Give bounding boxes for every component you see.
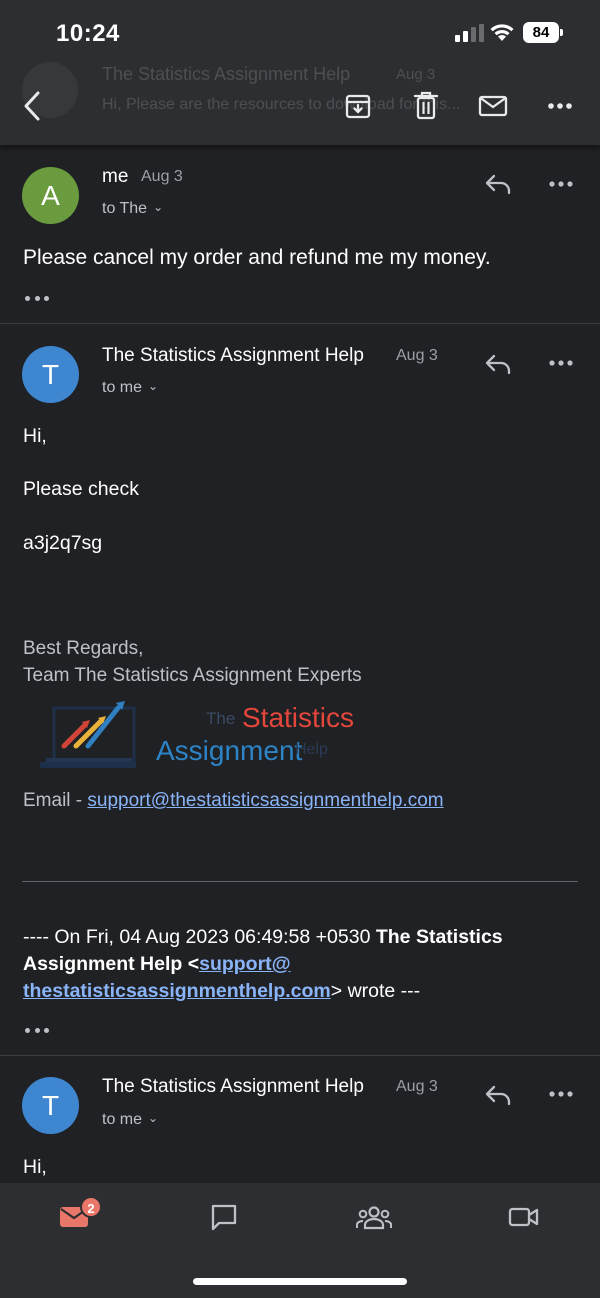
show-trimmed-content-button[interactable]: [22, 1021, 52, 1039]
message-greeting: Hi,: [23, 425, 47, 447]
sender-name: The Statistics Assignment Help: [102, 345, 364, 366]
message-more-button[interactable]: [543, 345, 579, 381]
more-horizontal-icon: [548, 103, 572, 109]
more-horizontal-icon: [549, 360, 573, 366]
recipient-label: to The: [102, 200, 148, 217]
wifi-icon: [490, 24, 514, 41]
sender-name: The Statistics Assignment Help: [102, 1076, 364, 1097]
logo-text-statistics: Statistics: [242, 702, 355, 733]
delete-button[interactable]: [406, 86, 446, 126]
nav-meet-tab[interactable]: [499, 1197, 549, 1237]
email-label: Email -: [23, 790, 88, 811]
message-line: Please check: [23, 478, 139, 500]
signature-regards: Best Regards,: [23, 638, 144, 659]
recipient-label: to me: [102, 379, 143, 396]
recipient-toggle[interactable]: to The ⌄: [102, 200, 163, 218]
message-date: Aug 3: [396, 1078, 438, 1095]
battery-indicator: 84: [523, 22, 563, 43]
signature-team: Team The Statistics Assignment Experts: [23, 665, 362, 686]
reply-icon: [485, 174, 511, 195]
chat-icon: [211, 1204, 237, 1231]
message-divider: [0, 1055, 600, 1056]
nav-spaces-tab[interactable]: [349, 1197, 399, 1237]
more-horizontal-icon: [549, 181, 573, 187]
back-button[interactable]: [12, 86, 52, 126]
message-body: Please cancel my order and refund me my …: [23, 246, 491, 269]
status-bar: 10:24 84: [0, 0, 600, 62]
cellular-signal-icon: [455, 24, 485, 42]
avatar[interactable]: T: [22, 1077, 79, 1134]
bottom-navigation: 2: [0, 1183, 600, 1298]
more-horizontal-icon: [549, 1091, 573, 1097]
quote-email-link-a[interactable]: support@: [199, 953, 291, 975]
top-app-bar: The Statistics Assignment Help Aug 3 Hi,…: [0, 0, 600, 145]
message-more-button[interactable]: [543, 166, 579, 202]
reply-button[interactable]: [480, 346, 516, 382]
message-date: Aug 3: [141, 168, 183, 185]
signature-email-line: Email - support@thestatisticsassignmenth…: [23, 790, 444, 812]
signature-separator: [22, 881, 578, 882]
archive-icon: [345, 94, 371, 119]
logo-text-the: The: [206, 709, 236, 728]
more-options-button[interactable]: [540, 86, 580, 126]
chart-arrows-logo-icon: [40, 701, 136, 768]
avatar[interactable]: T: [22, 346, 79, 403]
company-logo: The Statistics Assignment Help: [38, 696, 354, 774]
home-indicator: [193, 1278, 407, 1285]
chevron-down-icon: ⌄: [148, 379, 159, 393]
reply-icon: [485, 1085, 511, 1106]
quote-email-link-b[interactable]: thestatisticsassignmenthelp.com: [23, 980, 331, 1002]
recipient-label: to me: [102, 1111, 143, 1128]
background-thread-sender: The Statistics Assignment Help: [102, 64, 351, 84]
sender-name: me: [102, 166, 129, 187]
reply-icon: [485, 354, 511, 375]
logo-text-assignment: Assignment: [156, 735, 303, 766]
message-greeting: Hi,: [23, 1156, 47, 1178]
quote-suffix: > wrote ---: [330, 980, 421, 1002]
chevron-down-icon: ⌄: [148, 1111, 159, 1125]
support-email-link[interactable]: support@thestatisticsassignmenthelp.com: [87, 790, 443, 811]
chevron-left-icon: [24, 91, 40, 121]
message-code: a3j2q7sg: [23, 532, 103, 554]
meet-video-icon: [508, 1207, 539, 1227]
message-more-button[interactable]: [543, 1076, 579, 1112]
logo-text-help: Help: [295, 741, 328, 758]
mail-icon: [478, 95, 508, 117]
recipient-toggle[interactable]: to me ⌄: [102, 1111, 158, 1129]
quote-lt: <: [182, 953, 200, 975]
nav-chat-tab[interactable]: [199, 1197, 249, 1237]
trash-icon: [413, 91, 439, 120]
quote-prefix: ---- On Fri, 04 Aug 2023 06:49:58 +0530: [23, 926, 376, 948]
status-time: 10:24: [56, 20, 120, 47]
unread-count-badge: 2: [80, 1196, 102, 1218]
archive-button[interactable]: [338, 86, 378, 126]
avatar[interactable]: A: [22, 167, 79, 224]
message-date: Aug 3: [396, 347, 438, 364]
reply-button[interactable]: [480, 1077, 516, 1113]
show-trimmed-content-button[interactable]: [22, 289, 52, 307]
spaces-icon: [356, 1206, 392, 1230]
quoted-header: ---- On Fri, 04 Aug 2023 06:49:58 +0530 …: [23, 924, 583, 1005]
mark-unread-button[interactable]: [473, 86, 513, 126]
message-divider: [0, 323, 600, 324]
reply-button[interactable]: [480, 166, 516, 202]
background-thread-date: Aug 3: [396, 66, 436, 83]
recipient-toggle[interactable]: to me ⌄: [102, 379, 158, 397]
chevron-down-icon: ⌄: [153, 200, 164, 214]
